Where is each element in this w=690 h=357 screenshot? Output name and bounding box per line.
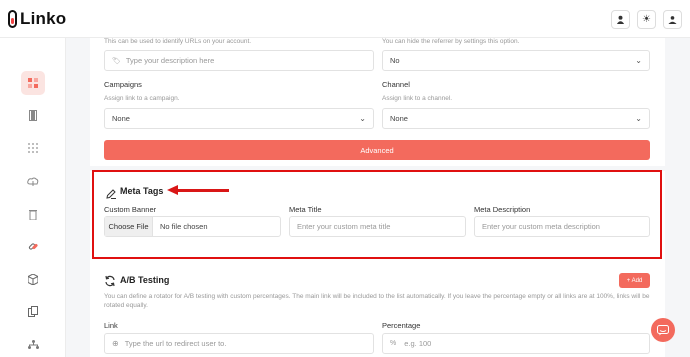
- add-button[interactable]: + Add: [619, 273, 650, 288]
- chat-button[interactable]: [651, 318, 675, 342]
- description-field[interactable]: 🏷 Type your description here: [104, 50, 374, 71]
- chevron-down-icon: ⌄: [359, 114, 366, 123]
- link-input[interactable]: ⊕ Type the url to redirect user to.: [104, 333, 374, 354]
- link-icon[interactable]: [21, 234, 45, 258]
- percentage-label: Percentage: [382, 321, 421, 330]
- box-icon[interactable]: [21, 267, 45, 291]
- grid-icon[interactable]: [21, 136, 45, 160]
- advanced-button[interactable]: Advanced: [104, 140, 650, 160]
- channel-select[interactable]: None ⌄: [382, 108, 650, 129]
- referrer-select[interactable]: No ⌄: [382, 50, 650, 71]
- link-settings-card: This can be used to identify URLs on you…: [90, 38, 665, 166]
- campaigns-value: None: [112, 114, 130, 123]
- cloud-icon[interactable]: [21, 169, 45, 193]
- channel-value: None: [390, 114, 408, 123]
- globe-icon: ⊕: [112, 339, 119, 348]
- description-hint: This can be used to identify URLs on you…: [104, 38, 252, 45]
- links-icon[interactable]: [21, 103, 45, 127]
- trash-icon[interactable]: [21, 202, 45, 226]
- channel-label: Channel: [382, 80, 410, 89]
- campaigns-hint: Assign link to a campaign.: [104, 95, 180, 102]
- ab-testing-title: A/B Testing: [120, 275, 170, 285]
- link-placeholder: Type the url to redirect user to.: [124, 339, 227, 348]
- sidebar: [0, 38, 66, 357]
- chat-icon: [657, 324, 669, 335]
- ab-testing-description: You can define a rotator for A/B testing…: [104, 293, 650, 309]
- channel-hint: Assign link to a channel.: [382, 95, 453, 102]
- logo-mark-icon: [8, 10, 17, 28]
- top-bar: Linko ☀: [0, 0, 690, 38]
- copy-icon[interactable]: [21, 299, 45, 323]
- sun-icon[interactable]: ☀: [637, 10, 656, 29]
- percent-icon: %: [390, 340, 397, 347]
- campaigns-select[interactable]: None ⌄: [104, 108, 374, 129]
- annotation-arrow-head: [167, 185, 178, 195]
- tag-icon: 🏷: [112, 57, 121, 65]
- chevron-down-icon: ⌄: [635, 114, 642, 123]
- app-name: Linko: [20, 9, 67, 28]
- campaigns-label: Campaigns: [104, 80, 142, 89]
- referrer-hint: You can hide the referrer by settings th…: [382, 38, 520, 45]
- referrer-value: No: [390, 56, 400, 65]
- logo[interactable]: Linko: [8, 9, 66, 29]
- highlight-box: [92, 170, 662, 259]
- annotation-arrow: [176, 189, 229, 192]
- percentage-input[interactable]: % e.g. 100: [382, 333, 650, 354]
- user-icon[interactable]: [611, 10, 630, 29]
- refresh-icon: [104, 274, 116, 292]
- ab-testing-card: A/B Testing + Add You can define a rotat…: [90, 264, 665, 357]
- network-icon[interactable]: [21, 332, 45, 356]
- description-placeholder: Type your description here: [125, 56, 215, 65]
- profile-icon[interactable]: [663, 10, 682, 29]
- dashboard-icon[interactable]: [21, 71, 45, 95]
- chevron-down-icon: ⌄: [635, 56, 642, 65]
- link-label: Link: [104, 321, 118, 330]
- percentage-placeholder: e.g. 100: [404, 339, 432, 348]
